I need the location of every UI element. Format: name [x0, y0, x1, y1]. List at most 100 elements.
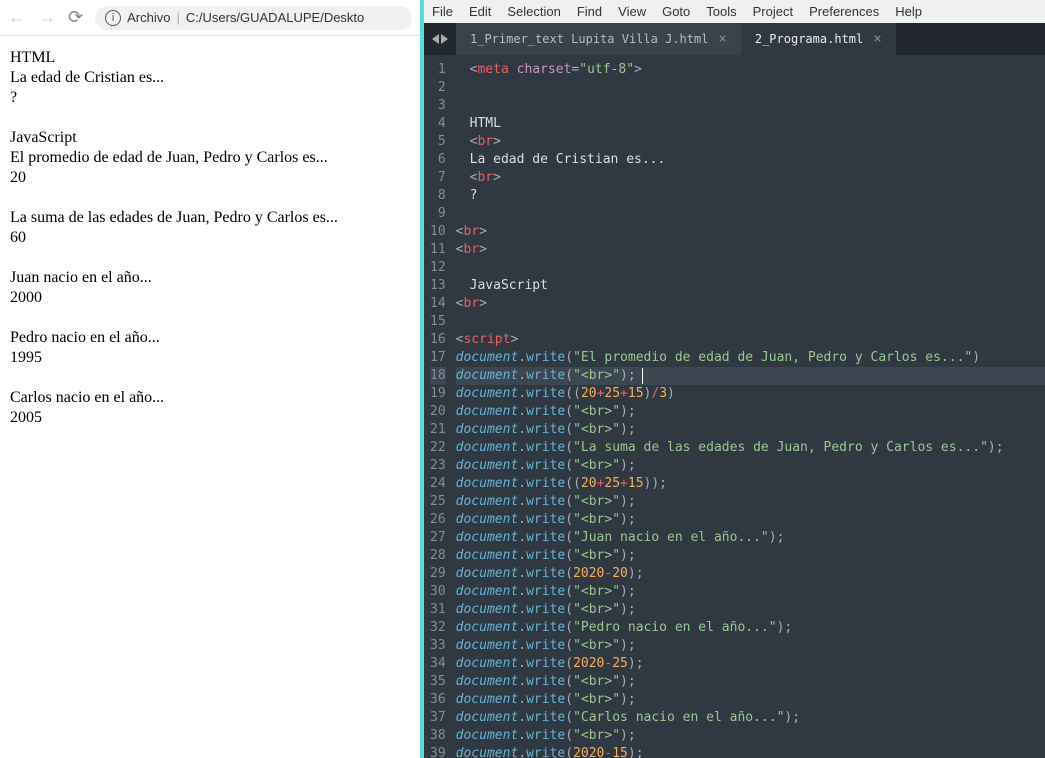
code-line[interactable]: <br> — [456, 241, 1045, 259]
close-icon[interactable]: × — [718, 31, 726, 47]
code-line[interactable]: document.write("<br>"); — [456, 421, 1045, 439]
code-line[interactable]: document.write("<br>"); — [456, 673, 1045, 691]
tab-label: 2_Programa.html — [755, 32, 863, 46]
line-number: 29 — [430, 565, 446, 583]
code-line[interactable] — [456, 97, 1045, 115]
code-line[interactable]: document.write("<br>"); — [456, 493, 1045, 511]
line-number: 18 — [430, 367, 446, 385]
code-line[interactable]: <br> — [456, 223, 1045, 241]
code-area[interactable]: 1234567891011121314151617181920212223242… — [424, 55, 1045, 758]
info-icon[interactable]: i — [105, 10, 121, 26]
tab-1-primer-text-lupita-villa-j-html[interactable]: 1_Primer_text Lupita Villa J.html× — [456, 23, 741, 55]
line-number: 14 — [430, 295, 446, 313]
tab-next-icon[interactable] — [441, 34, 448, 44]
line-number: 12 — [430, 259, 446, 277]
code-lines[interactable]: <meta charset="utf-8">HTML<br>La edad de… — [456, 55, 1045, 758]
code-line[interactable]: document.write("<br>"); — [456, 727, 1045, 745]
tabs-container: 1_Primer_text Lupita Villa J.html×2_Prog… — [456, 23, 896, 55]
line-number: 34 — [430, 655, 446, 673]
code-line[interactable]: document.write(2020-25); — [456, 655, 1045, 673]
code-line[interactable]: <script> — [456, 331, 1045, 349]
code-line[interactable]: document.write("La suma de las edades de… — [456, 439, 1045, 457]
menu-item-preferences[interactable]: Preferences — [809, 4, 879, 19]
reload-icon[interactable]: ⟳ — [68, 7, 83, 28]
code-line[interactable]: document.write("Juan nacio en el año..."… — [456, 529, 1045, 547]
code-line[interactable]: document.write("<br>"); — [456, 547, 1045, 565]
code-line[interactable]: <meta charset="utf-8"> — [456, 61, 1045, 79]
browser-line — [10, 188, 410, 208]
line-number: 2 — [430, 79, 446, 97]
line-number: 7 — [430, 169, 446, 187]
code-line[interactable] — [456, 259, 1045, 277]
browser-line: ? — [10, 88, 410, 108]
code-line[interactable]: document.write("<br>"); — [456, 511, 1045, 529]
menu-item-tools[interactable]: Tools — [706, 4, 736, 19]
line-number: 30 — [430, 583, 446, 601]
line-number: 36 — [430, 691, 446, 709]
code-line[interactable]: HTML — [456, 115, 1045, 133]
code-line[interactable]: document.write("<br>"); — [456, 457, 1045, 475]
browser-line: 60 — [10, 228, 410, 248]
menu-item-goto[interactable]: Goto — [662, 4, 690, 19]
line-number: 19 — [430, 385, 446, 403]
browser-line — [10, 368, 410, 388]
code-line[interactable]: <br> — [456, 295, 1045, 313]
close-icon[interactable]: × — [873, 31, 881, 47]
line-number: 20 — [430, 403, 446, 421]
menu-item-view[interactable]: View — [618, 4, 646, 19]
code-line[interactable] — [456, 205, 1045, 223]
line-number: 32 — [430, 619, 446, 637]
browser-line: La suma de las edades de Juan, Pedro y C… — [10, 208, 410, 228]
menu-item-file[interactable]: File — [432, 4, 453, 19]
code-line[interactable]: document.write("<br>"); — [456, 583, 1045, 601]
code-line[interactable]: document.write((20+25+15)); — [456, 475, 1045, 493]
code-line[interactable]: La edad de Cristian es... — [456, 151, 1045, 169]
code-line[interactable]: document.write(2020-20); — [456, 565, 1045, 583]
menu-item-edit[interactable]: Edit — [469, 4, 491, 19]
code-line[interactable]: document.write(2020-15); — [456, 745, 1045, 758]
code-line[interactable]: ? — [456, 187, 1045, 205]
code-line[interactable] — [456, 79, 1045, 97]
tab-2-programa-html[interactable]: 2_Programa.html × — [741, 23, 896, 55]
code-line[interactable] — [456, 313, 1045, 331]
code-line[interactable]: document.write("<br>"); — [456, 403, 1045, 421]
code-line[interactable]: <br> — [456, 169, 1045, 187]
browser-line: 20 — [10, 168, 410, 188]
code-line[interactable]: JavaScript — [456, 277, 1045, 295]
line-number: 15 — [430, 313, 446, 331]
code-line[interactable]: document.write("Pedro nacio en el año...… — [456, 619, 1045, 637]
line-number: 24 — [430, 475, 446, 493]
browser-line: HTML — [10, 48, 410, 68]
forward-icon[interactable]: → — [38, 7, 56, 28]
code-line[interactable]: document.write("<br>"); — [456, 691, 1045, 709]
address-path: C:/Users/GUADALUPE/Deskto — [186, 10, 364, 25]
browser-pane: ← → ⟳ i Archivo | C:/Users/GUADALUPE/Des… — [0, 0, 424, 758]
code-line[interactable]: document.write("<br>"); — [456, 367, 1045, 385]
line-number: 9 — [430, 205, 446, 223]
code-line[interactable]: <br> — [456, 133, 1045, 151]
code-line[interactable]: document.write("Carlos nacio en el año..… — [456, 709, 1045, 727]
text-cursor — [642, 368, 643, 384]
code-line[interactable]: document.write((20+25+15)/3) — [456, 385, 1045, 403]
browser-line: Juan nacio en el año... — [10, 268, 410, 288]
browser-line: 2000 — [10, 288, 410, 308]
browser-line: Carlos nacio en el año... — [10, 388, 410, 408]
menu-item-project[interactable]: Project — [753, 4, 793, 19]
browser-line — [10, 308, 410, 328]
back-icon[interactable]: ← — [8, 7, 26, 28]
line-number: 8 — [430, 187, 446, 205]
code-line[interactable]: document.write("<br>"); — [456, 601, 1045, 619]
menu-item-selection[interactable]: Selection — [507, 4, 560, 19]
tab-prev-icon[interactable] — [432, 34, 439, 44]
line-number: 37 — [430, 709, 446, 727]
code-line[interactable]: document.write("El promedio de edad de J… — [456, 349, 1045, 367]
address-bar[interactable]: i Archivo | C:/Users/GUADALUPE/Deskto — [95, 6, 412, 30]
menu-item-help[interactable]: Help — [895, 4, 922, 19]
line-number: 27 — [430, 529, 446, 547]
line-number: 25 — [430, 493, 446, 511]
line-number: 23 — [430, 457, 446, 475]
menu-item-find[interactable]: Find — [577, 4, 602, 19]
code-line[interactable]: document.write("<br>"); — [456, 637, 1045, 655]
line-number: 38 — [430, 727, 446, 745]
line-number: 16 — [430, 331, 446, 349]
